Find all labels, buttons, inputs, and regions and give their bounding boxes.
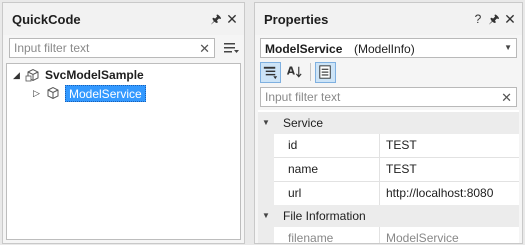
object-name: ModelService — [265, 42, 343, 56]
category-label: Service — [283, 116, 324, 130]
property-row-url[interactable]: url http://localhost:8080 — [258, 182, 519, 206]
object-selector[interactable]: ModelService (ModelInfo) ▼ — [260, 38, 517, 58]
filter-menu-icon[interactable] — [222, 39, 240, 57]
row-margin — [258, 227, 274, 243]
property-page-icon — [319, 64, 331, 79]
row-margin — [258, 158, 274, 182]
row-margin — [258, 134, 274, 158]
tree-node-label: SvcModelSample — [45, 68, 144, 82]
quickcode-titlebar: QuickCode 🖈︎ ✕ — [3, 3, 244, 35]
pin-icon[interactable]: 🖈︎ — [208, 11, 224, 27]
help-icon[interactable]: ? — [470, 11, 486, 27]
properties-toolbar: A — [260, 61, 340, 83]
property-value[interactable]: http://localhost:8080 — [380, 182, 519, 206]
property-name: filename — [274, 227, 380, 243]
close-icon[interactable]: ✕ — [224, 11, 240, 27]
svg-text:A: A — [287, 65, 296, 77]
category-file-information[interactable]: ▼ File Information — [258, 205, 519, 227]
quickcode-filter-input[interactable] — [10, 39, 214, 57]
pin-icon[interactable]: 🖈︎ — [486, 11, 502, 27]
chevron-down-icon[interactable]: ▼ — [504, 43, 512, 52]
property-value: ModelService — [380, 227, 519, 243]
property-row-filename[interactable]: filename ModelService — [258, 227, 519, 243]
property-grid: ▼ Service id TEST name TEST url http://l… — [258, 110, 519, 243]
tree-node-label: ModelService — [65, 84, 146, 102]
properties-filter-input[interactable] — [261, 88, 516, 106]
property-value[interactable]: TEST — [380, 158, 519, 182]
tree-node-svcmodelsample[interactable]: ◢ SvcModelSample — [13, 66, 144, 84]
quickcode-filter: ✕ — [9, 38, 215, 58]
sort-az-icon: A — [287, 65, 302, 78]
expanded-arrow-icon[interactable]: ▼ — [262, 211, 270, 220]
property-name: url — [274, 182, 380, 206]
clear-filter-icon[interactable]: ✕ — [501, 90, 512, 106]
alphabetical-sort-button[interactable]: A — [285, 62, 306, 83]
property-value[interactable]: TEST — [380, 134, 519, 158]
expanded-arrow-icon[interactable]: ▼ — [262, 118, 270, 127]
category-service[interactable]: ▼ Service — [258, 112, 519, 134]
clear-filter-icon[interactable]: ✕ — [199, 41, 210, 57]
close-icon[interactable]: ✕ — [502, 11, 518, 27]
category-label: File Information — [283, 209, 366, 223]
cube-icon — [47, 86, 59, 100]
property-pages-button[interactable] — [315, 61, 336, 83]
quickcode-tree: ◢ SvcModelSample ▷ ModelService — [6, 63, 241, 240]
row-margin — [258, 182, 274, 206]
collapsed-arrow-icon[interactable]: ▷ — [33, 88, 45, 99]
property-name: name — [274, 158, 380, 182]
property-row-id[interactable]: id TEST — [258, 134, 519, 158]
tree-node-modelservice[interactable]: ▷ ModelService — [33, 84, 146, 102]
toolbar-separator — [310, 63, 311, 81]
categorized-icon — [263, 66, 278, 79]
properties-titlebar: Properties ? 🖈︎ ✕ — [255, 3, 522, 35]
properties-title: Properties — [264, 12, 329, 27]
package-icon — [25, 68, 39, 82]
quickcode-title: QuickCode — [12, 12, 81, 27]
object-type: (ModelInfo) — [354, 42, 415, 56]
properties-panel: Properties ? 🖈︎ ✕ ModelService (ModelInf… — [254, 2, 523, 244]
expanded-arrow-icon[interactable]: ◢ — [13, 70, 25, 81]
categorized-sort-button[interactable] — [260, 61, 281, 83]
property-row-name[interactable]: name TEST — [258, 158, 519, 182]
property-name: id — [274, 134, 380, 158]
properties-filter: ✕ — [260, 87, 517, 107]
quickcode-panel: QuickCode 🖈︎ ✕ ✕ ◢ SvcModelSample ▷ — [2, 2, 245, 244]
